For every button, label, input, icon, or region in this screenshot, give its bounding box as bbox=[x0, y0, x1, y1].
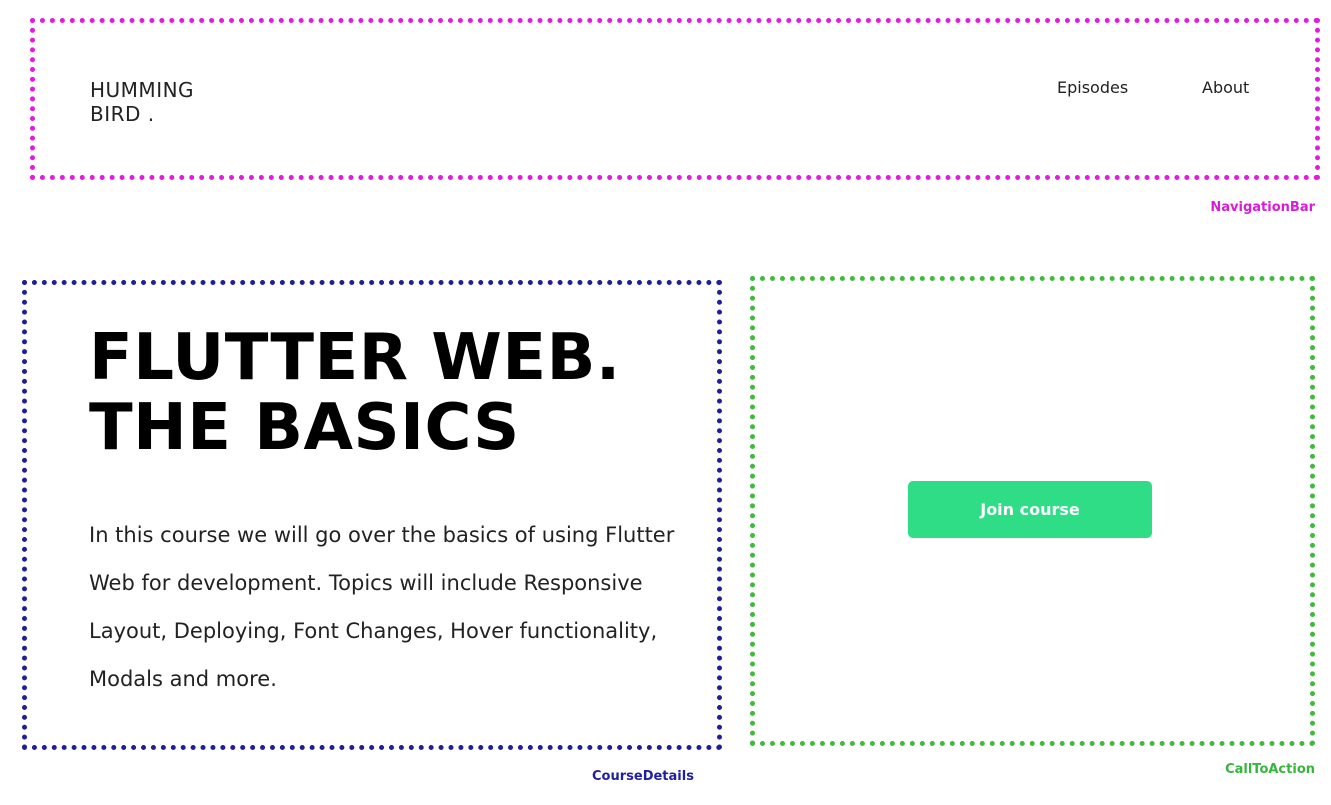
course-details-region: FLUTTER WEB. THE BASICS In this course w… bbox=[22, 280, 722, 750]
logo-line-2: BIRD . bbox=[90, 102, 155, 126]
nav-link-episodes[interactable]: Episodes bbox=[1057, 78, 1128, 97]
course-details-label: CourseDetails bbox=[592, 769, 694, 784]
course-title: FLUTTER WEB. THE BASICS bbox=[89, 323, 621, 463]
join-course-button[interactable]: Join course bbox=[908, 481, 1152, 538]
logo[interactable]: HUMMING BIRD . bbox=[90, 78, 194, 126]
navigation-bar-region: HUMMING BIRD . Episodes About bbox=[30, 18, 1320, 180]
call-to-action-label: CallToAction bbox=[1225, 762, 1315, 777]
navigation-bar-label: NavigationBar bbox=[1210, 200, 1315, 215]
course-title-line-2: THE BASICS bbox=[89, 391, 520, 465]
logo-line-1: HUMMING bbox=[90, 78, 195, 102]
nav-link-about[interactable]: About bbox=[1202, 78, 1249, 97]
call-to-action-region: Join course bbox=[750, 276, 1315, 746]
course-description: In this course we will go over the basic… bbox=[89, 523, 675, 691]
course-title-line-1: FLUTTER WEB. bbox=[89, 321, 621, 395]
